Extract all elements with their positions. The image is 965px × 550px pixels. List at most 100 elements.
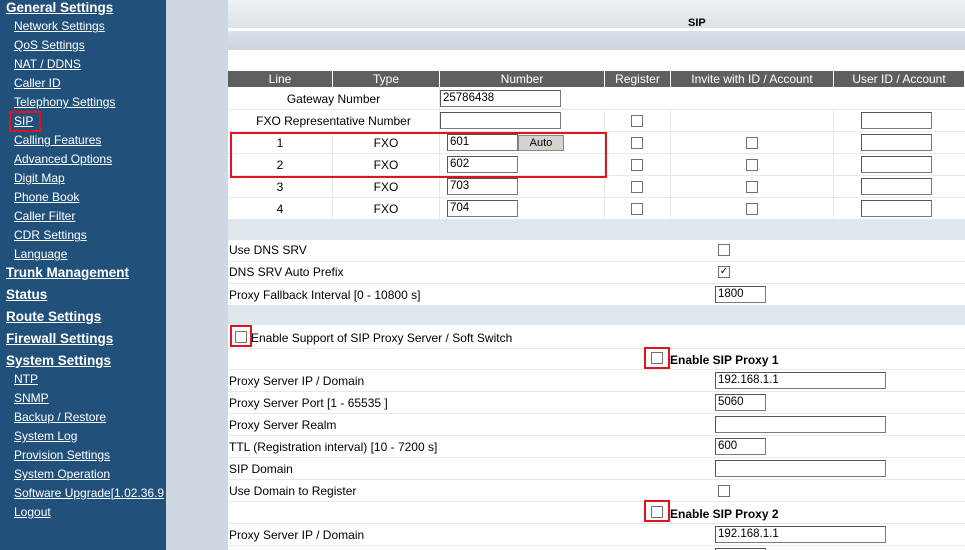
dns-srv-auto-prefix-label: DNS SRV Auto Prefix bbox=[229, 265, 344, 279]
sip-nav-highlight bbox=[9, 111, 41, 132]
line-invite-checkbox[interactable] bbox=[746, 181, 758, 193]
section-separator bbox=[228, 305, 965, 325]
nav-backup-restore[interactable]: Backup / Restore bbox=[14, 410, 106, 424]
row-divider bbox=[228, 479, 965, 480]
proxy-server-port-label: Proxy Server Port [1 - 65535 ] bbox=[229, 396, 388, 410]
proxy-server-ip-2-label: Proxy Server IP / Domain bbox=[229, 528, 365, 542]
nav-qos-settings[interactable]: QoS Settings bbox=[14, 38, 85, 52]
row-divider bbox=[228, 523, 965, 524]
nav-system-log[interactable]: System Log bbox=[14, 429, 77, 443]
line-invite-checkbox[interactable] bbox=[746, 159, 758, 171]
nav-caller-id[interactable]: Caller ID bbox=[14, 76, 61, 90]
nav-network-settings[interactable]: Network Settings bbox=[14, 19, 105, 33]
line-user-id-input[interactable] bbox=[861, 178, 932, 195]
row-divider bbox=[228, 501, 965, 502]
line-number-input[interactable]: 704 bbox=[447, 200, 518, 217]
row-divider bbox=[228, 413, 965, 414]
fxo-rep-user-id-input[interactable] bbox=[861, 112, 932, 129]
proxy-fallback-label: Proxy Fallback Interval [0 - 10800 s] bbox=[229, 288, 421, 302]
proxy-support-highlight bbox=[230, 325, 252, 347]
nav-logout[interactable]: Logout bbox=[14, 505, 51, 519]
row-divider bbox=[228, 197, 965, 198]
nav-status[interactable]: Status bbox=[6, 287, 47, 302]
col-divider bbox=[670, 109, 671, 219]
nav-cdr-settings[interactable]: CDR Settings bbox=[14, 228, 87, 242]
line-invite-checkbox[interactable] bbox=[746, 203, 758, 215]
nav-language[interactable]: Language bbox=[14, 247, 67, 261]
nav-trunk-management[interactable]: Trunk Management bbox=[6, 265, 129, 280]
fxo-representative-input[interactable] bbox=[440, 112, 561, 129]
ttl-input[interactable]: 600 bbox=[715, 438, 766, 455]
nav-provision-settings[interactable]: Provision Settings bbox=[14, 448, 110, 462]
nav-general-settings[interactable]: General Settings bbox=[6, 0, 113, 15]
line-register-checkbox[interactable] bbox=[631, 137, 643, 149]
row-divider bbox=[228, 545, 965, 546]
sidebar-nav: General Settings Network Settings QoS Se… bbox=[0, 0, 166, 550]
row-divider bbox=[228, 369, 965, 370]
nav-telephony-settings[interactable]: Telephony Settings bbox=[14, 95, 115, 109]
fxo-rep-register-checkbox[interactable] bbox=[631, 115, 643, 127]
nav-route-settings[interactable]: Route Settings bbox=[6, 309, 101, 324]
col-divider bbox=[833, 109, 834, 219]
nav-nat-ddns[interactable]: NAT / DDNS bbox=[14, 57, 81, 71]
line-user-id-input[interactable] bbox=[861, 156, 932, 173]
dns-srv-auto-prefix-checkbox[interactable]: ✓ bbox=[718, 266, 730, 278]
nav-software-upgrade[interactable]: Software Upgrade[1.02.36.9 bbox=[14, 486, 164, 500]
nav-digit-map[interactable]: Digit Map bbox=[14, 171, 65, 185]
line-invite-checkbox[interactable] bbox=[746, 137, 758, 149]
col-header-register: Register bbox=[605, 71, 671, 87]
page-title-bar: SIP bbox=[228, 0, 965, 50]
sip-domain-input[interactable] bbox=[715, 460, 886, 477]
col-header-type: Type bbox=[333, 71, 440, 87]
row-divider bbox=[228, 261, 965, 262]
line-type: FXO bbox=[373, 202, 399, 216]
line-user-id-input[interactable] bbox=[861, 200, 932, 217]
use-dns-srv-label: Use DNS SRV bbox=[229, 243, 307, 257]
nav-phone-book[interactable]: Phone Book bbox=[14, 190, 79, 204]
col-header-user-id: User ID / Account bbox=[834, 71, 965, 87]
enable-sip-proxy-1-label: Enable SIP Proxy 1 bbox=[670, 353, 779, 367]
col-header-invite: Invite with ID / Account bbox=[671, 71, 834, 87]
nav-caller-filter[interactable]: Caller Filter bbox=[14, 209, 75, 223]
line-register-checkbox[interactable] bbox=[631, 159, 643, 171]
line-number-input[interactable]: 703 bbox=[447, 178, 518, 195]
gateway-number-input[interactable]: 25786438 bbox=[440, 90, 561, 107]
proxy-fallback-input[interactable]: 1800 bbox=[715, 286, 766, 303]
sip-domain-label: SIP Domain bbox=[229, 462, 293, 476]
title-bar-divider bbox=[228, 28, 965, 31]
row-divider bbox=[228, 109, 965, 110]
proxy-2-highlight bbox=[644, 500, 670, 522]
proxy-server-ip-2-input[interactable]: 192.168.1.1 bbox=[715, 526, 886, 543]
use-domain-to-register-label: Use Domain to Register bbox=[229, 484, 357, 498]
ttl-label: TTL (Registration interval) [10 - 7200 s… bbox=[229, 440, 438, 454]
line-register-checkbox[interactable] bbox=[631, 181, 643, 193]
nav-advanced-options[interactable]: Advanced Options bbox=[14, 152, 112, 166]
line-register-checkbox[interactable] bbox=[631, 203, 643, 215]
proxy-server-realm-input[interactable] bbox=[715, 416, 886, 433]
nav-ntp[interactable]: NTP bbox=[14, 372, 38, 386]
proxy-server-ip-input[interactable]: 192.168.1.1 bbox=[715, 372, 886, 389]
nav-snmp[interactable]: SNMP bbox=[14, 391, 49, 405]
nav-system-operation[interactable]: System Operation bbox=[14, 467, 110, 481]
nav-firewall-settings[interactable]: Firewall Settings bbox=[6, 331, 113, 346]
section-separator bbox=[228, 220, 965, 240]
enable-sip-proxy-2-label: Enable SIP Proxy 2 bbox=[670, 507, 779, 521]
enable-sip-proxy-support-label: Enable Support of SIP Proxy Server / Sof… bbox=[251, 331, 513, 345]
use-dns-srv-checkbox[interactable] bbox=[718, 244, 730, 256]
nav-calling-features[interactable]: Calling Features bbox=[14, 133, 101, 147]
line-user-id-input[interactable] bbox=[861, 134, 932, 151]
use-domain-to-register-checkbox[interactable] bbox=[718, 485, 730, 497]
main-content: SIP Line Type Number Register Invite wit… bbox=[228, 0, 965, 550]
page-title: SIP bbox=[688, 17, 706, 29]
proxy-1-highlight bbox=[644, 347, 670, 369]
fxo-representative-label: FXO Representative Number bbox=[256, 114, 411, 128]
proxy-server-ip-label: Proxy Server IP / Domain bbox=[229, 374, 365, 388]
gateway-number-label: Gateway Number bbox=[286, 92, 381, 106]
proxy-server-port-input[interactable]: 5060 bbox=[715, 394, 766, 411]
col-header-line: Line bbox=[228, 71, 333, 87]
row-divider bbox=[228, 391, 965, 392]
row-divider bbox=[228, 283, 965, 284]
line-number: 4 bbox=[276, 202, 284, 216]
row-divider bbox=[228, 457, 965, 458]
nav-system-settings[interactable]: System Settings bbox=[6, 353, 111, 368]
